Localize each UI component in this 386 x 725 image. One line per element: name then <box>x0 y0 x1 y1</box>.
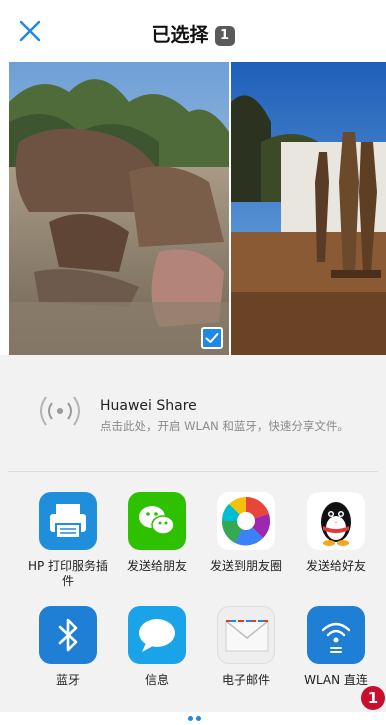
printer-icon <box>39 492 97 550</box>
page-title: 已选择 <box>151 24 209 46</box>
wireless-broadcast-icon <box>40 396 80 426</box>
divider <box>8 471 378 472</box>
app-label: HP 打印服务插件 <box>27 559 109 588</box>
wooden-statues-photo[interactable] <box>231 62 386 355</box>
envelope-icon <box>217 606 275 664</box>
top-bar: 已选择 1 <box>0 0 386 62</box>
wechat-icon <box>128 492 186 550</box>
app-label: 发送到朋友圈 <box>209 559 282 573</box>
app-label: 电子邮件 <box>221 673 270 687</box>
app-wlan-direct[interactable]: WLAN 直连 <box>290 606 382 688</box>
photo-selected-checkbox[interactable] <box>201 327 223 349</box>
bluetooth-icon <box>39 606 97 664</box>
app-label: 发送给朋友 <box>126 559 187 573</box>
huawei-share-title: Huawei Share <box>100 398 197 414</box>
page-dot <box>188 716 193 721</box>
selected-count-badge: 1 <box>214 26 235 46</box>
app-messages[interactable]: 信息 <box>111 606 203 688</box>
app-bluetooth[interactable]: 蓝牙 <box>22 606 114 688</box>
wlan-direct-icon <box>307 606 365 664</box>
moments-aperture-icon <box>217 492 275 550</box>
page-dot <box>196 716 201 721</box>
share-panel: Huawei Share 点击此处，开启 WLAN 和蓝牙，快速分享文件。 HP… <box>0 355 386 712</box>
app-wechat-moments[interactable]: 发送到朋友圈 <box>200 492 292 574</box>
huawei-share-row[interactable]: Huawei Share 点击此处，开启 WLAN 和蓝牙，快速分享文件。 <box>0 355 386 468</box>
app-email[interactable]: 电子邮件 <box>200 606 292 688</box>
app-wechat-friend[interactable]: 发送给朋友 <box>111 492 203 574</box>
app-label: 信息 <box>144 673 169 687</box>
app-qq-friend[interactable]: 发送给好友 <box>290 492 382 574</box>
annotation-number-badge: 1 <box>361 686 385 710</box>
app-label: 蓝牙 <box>55 673 80 687</box>
message-bubble-icon <box>128 606 186 664</box>
page-title-wrap: 已选择 1 <box>0 20 386 47</box>
selected-photos-strip <box>9 62 386 355</box>
app-hp-print[interactable]: HP 打印服务插件 <box>22 492 114 589</box>
app-label: 发送给好友 <box>305 559 366 573</box>
rhino-sculptures-photo[interactable] <box>9 62 229 355</box>
page-indicator <box>188 706 218 721</box>
checkmark-icon <box>205 333 219 343</box>
huawei-share-subtitle: 点击此处，开启 WLAN 和蓝牙，快速分享文件。 <box>100 419 349 433</box>
qq-penguin-icon <box>307 492 365 550</box>
